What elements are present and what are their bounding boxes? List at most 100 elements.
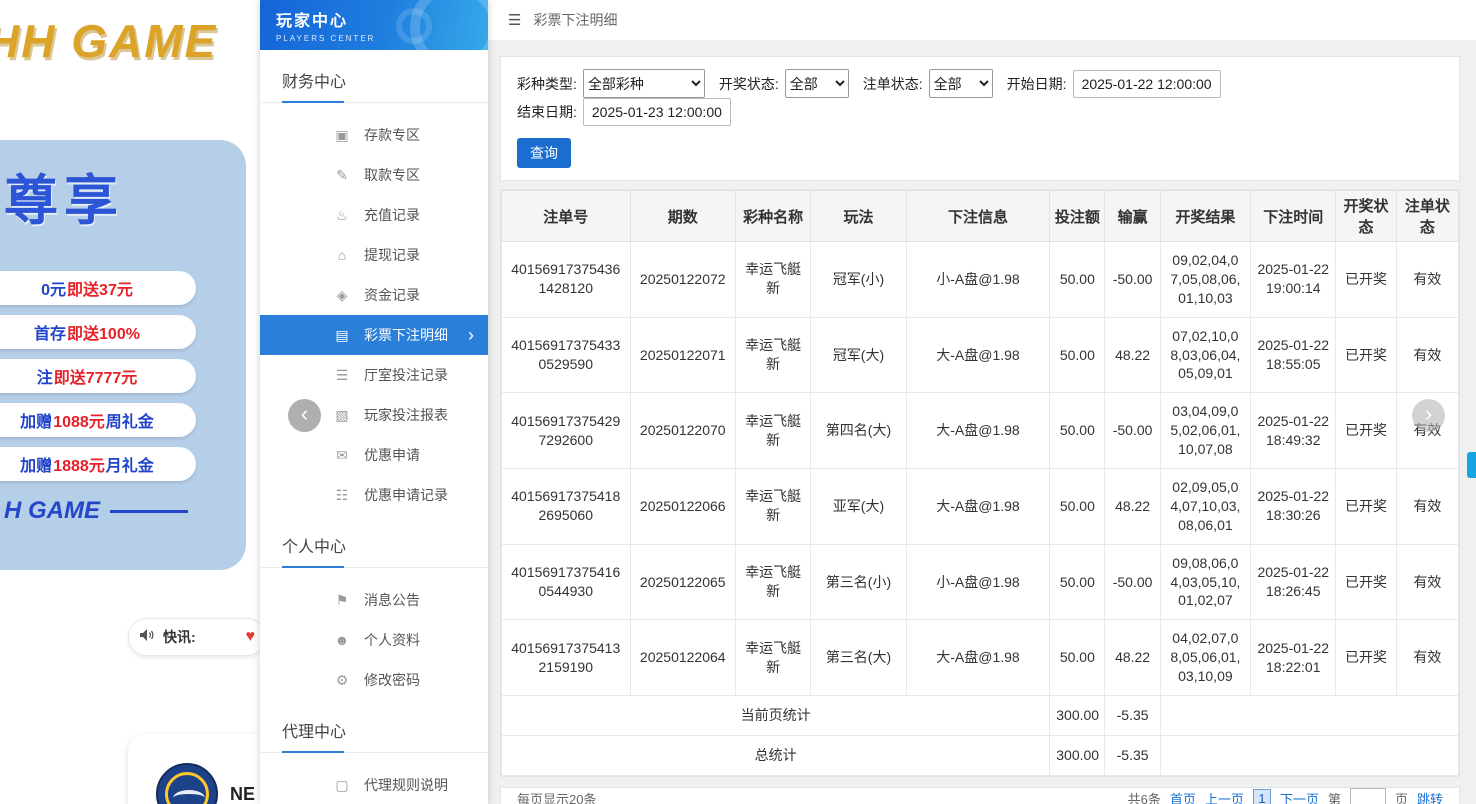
chevron-right-icon: › (468, 325, 474, 345)
jump-page-input[interactable] (1349, 787, 1386, 804)
cell-order-id: 401569173754160544930 (501, 543, 631, 621)
sidebar-nav: 财务中心 ▣ 存款专区 ✎ 取款专区 ♨ 充值记录 ⌂ 提现记录 ◈ 资金记录 ▤ 彩票下注明细 › ☰ 厅室… (260, 60, 488, 804)
column-header-bet-info: 下注信息 (905, 190, 1051, 242)
sidebar-item-label: 个人资料 (364, 632, 420, 648)
cell-bet-amount: 50.00 (1049, 241, 1106, 318)
cell-bet-amount: 50.00 (1049, 468, 1106, 545)
cell-play-type: 第三名(大) (810, 619, 907, 697)
cell-bet-amount: 50.00 (1049, 543, 1106, 621)
bet-table-panel: 注单号 期数 彩种名称 玩法 下注信息 投注额 输赢 开奖结果 下注时间 开奖状态 注单状态 401… (500, 189, 1460, 777)
side-float-tab[interactable] (1467, 452, 1476, 478)
lottery-type-label: 彩种类型: (517, 75, 577, 92)
page-summary-empty (1159, 695, 1460, 736)
cell-bet-info: 大-A盘@1.98 (905, 468, 1051, 545)
end-date-input[interactable] (582, 98, 731, 126)
cell-play-type: 冠军(大) (810, 316, 907, 394)
search-button[interactable]: 查询 (517, 138, 571, 168)
table-row: 401569173754330529590 20250122071 幸运飞艇新 冠军(… (501, 316, 1460, 394)
promo-pill-text: 即送7777元 (53, 370, 138, 387)
sidebar-item-withdraw[interactable]: ✎ 取款专区 (260, 155, 488, 195)
sidebar-subtitle: PLAYERS CENTER (276, 34, 376, 43)
cell-order-id: 401569173754297292600 (501, 392, 631, 470)
table-header-row: 注单号 期数 彩种名称 玩法 下注信息 投注额 输赢 开奖结果 下注时间 开奖状态 注单状态 (501, 190, 1460, 242)
menu-toggle-icon[interactable]: ☰ (508, 11, 521, 29)
table-row: 401569173754160544930 20250122065 幸运飞艇新 第三名… (501, 543, 1460, 621)
sidebar-item-announcements[interactable]: ⚑ 消息公告 (260, 580, 488, 620)
sidebar-item-label: 优惠申请 (364, 447, 420, 463)
promo-pill: 首存 即送100% (0, 315, 196, 349)
sidebar-item-label: 资金记录 (364, 287, 420, 303)
table-row: 401569173754132159190 20250122064 幸运飞艇新 第三名… (501, 619, 1460, 697)
table-row: 401569173754182695060 20250122066 幸运飞艇新 亚军(… (501, 468, 1460, 545)
bet-status-label: 注单状态: (862, 75, 923, 92)
recharge-records-icon: ♨ (335, 206, 349, 223)
bet-table: 注单号 期数 彩种名称 玩法 下注信息 投注额 输赢 开奖结果 下注时间 开奖状态 注单状态 401… (500, 190, 1460, 776)
column-header-order-id: 注单号 (501, 190, 631, 242)
total-summary-label: 总统计 (500, 734, 1051, 776)
promo-pill-text: 加赠 (20, 458, 53, 475)
column-header-period: 期数 (629, 190, 736, 242)
sidebar-item-change-password[interactable]: ⚙ 修改密码 (260, 660, 488, 700)
cell-lottery-name: 幸运飞艇新 (734, 543, 812, 621)
column-header-draw-result: 开奖结果 (1159, 190, 1252, 242)
sidebar-item-label: 厅室投注记录 (364, 367, 448, 383)
cell-draw-result: 07,02,10,08,03,06,04,05,09,01 (1159, 316, 1252, 394)
news-ticker[interactable]: 快讯: ♥ (128, 618, 260, 656)
promo-pill: 加赠 1888元 月礼金 (0, 447, 196, 481)
cell-bet-info: 大-A盘@1.98 (905, 392, 1051, 470)
column-header-lottery-name: 彩种名称 (734, 190, 812, 242)
funds-records-icon: ◈ (336, 286, 348, 303)
pagination-bar: 每页显示20条 共6条 首页 上一页 1 下一页 第 页 跳转 (500, 786, 1460, 804)
sidebar-item-promo-records[interactable]: ☷ 优惠申请记录 (260, 475, 488, 515)
page-root: HH GAME 尊享 0元 即送37元 首存 即送100% 注 即送7777元 加赠 1… (0, 0, 1476, 804)
prev-page-link[interactable]: 上一页 (1205, 789, 1244, 804)
cell-bet-info: 小-A盘@1.98 (905, 241, 1051, 318)
sidebar-item-lottery-bets[interactable]: ▤ 彩票下注明细 › (260, 315, 488, 355)
jump-label-prefix: 第 (1327, 792, 1341, 804)
sidebar-item-funds-records[interactable]: ◈ 资金记录 (260, 275, 488, 315)
total-summary-winloss: -5.35 (1104, 734, 1161, 776)
first-page-link[interactable]: 首页 (1170, 789, 1196, 804)
sidebar-item-agent-rules[interactable]: ▢ 代理规则说明 (260, 765, 488, 804)
filter-panel: 彩种类型: 全部彩种 开奖状态: 全部 注单状态: 全部 开始日期: 2025-… (500, 56, 1460, 181)
cell-play-type: 亚军(大) (810, 468, 907, 545)
sidebar-item-hall-bets[interactable]: ☰ 厅室投注记录 (260, 355, 488, 395)
cell-bet-amount: 50.00 (1049, 619, 1106, 697)
sidebar-item-label: 彩票下注明细 (364, 327, 448, 343)
promo-pill: 0元 即送37元 (0, 271, 196, 305)
jump-button[interactable]: 跳转 (1417, 789, 1443, 804)
column-header-order-status: 注单状态 (1395, 190, 1460, 242)
promo-pill-text: 1888元 (53, 458, 105, 475)
cell-order-status: 有效 (1395, 543, 1460, 621)
lottery-type-select[interactable]: 全部彩种 (582, 69, 705, 98)
profile-icon: ☻ (334, 632, 350, 648)
cell-order-status: 有效 (1395, 241, 1460, 318)
promo-banner-title: 尊享 (4, 171, 124, 231)
start-date-input[interactable] (1072, 69, 1221, 98)
cell-draw-status: 已开奖 (1335, 392, 1397, 470)
sidebar-item-promo-apply[interactable]: ✉ 优惠申请 (260, 435, 488, 475)
cell-win-loss: 48.22 (1104, 316, 1161, 394)
carousel-next-button[interactable]: › (1412, 399, 1445, 432)
promo-banner: 尊享 0元 即送37元 首存 即送100% 注 即送7777元 加赠 1088元 周礼金加… (0, 140, 246, 570)
sidebar-item-withdrawal-records[interactable]: ⌂ 提现记录 (260, 235, 488, 275)
cell-win-loss: 48.22 (1104, 468, 1161, 545)
draw-status-select[interactable]: 全部 (784, 69, 849, 98)
cell-draw-result: 09,08,06,04,03,05,10,01,02,07 (1159, 543, 1252, 621)
cell-lottery-name: 幸运飞艇新 (734, 392, 812, 470)
sidebar-item-recharge-records[interactable]: ♨ 充值记录 (260, 195, 488, 235)
heart-icon: ♥ (245, 628, 256, 645)
cell-bet-time: 2025-01-22 19:00:14 (1250, 241, 1337, 318)
sidebar-item-deposit[interactable]: ▣ 存款专区 (260, 115, 488, 155)
carousel-prev-button[interactable]: ‹ (288, 399, 321, 432)
sidebar-item-profile[interactable]: ☻ 个人资料 (260, 620, 488, 660)
next-page-link[interactable]: 下一页 (1280, 789, 1319, 804)
pagination-controls: 共6条 首页 上一页 1 下一页 第 页 跳转 (1128, 787, 1443, 804)
cell-period: 20250122071 (629, 316, 736, 394)
announcements-icon: ⚑ (335, 591, 349, 608)
current-page-badge[interactable]: 1 (1252, 788, 1271, 804)
section-title: 代理中心 (260, 710, 488, 753)
cell-bet-time: 2025-01-22 18:55:05 (1250, 316, 1337, 394)
promo-records-icon: ☷ (335, 486, 349, 503)
bet-status-select[interactable]: 全部 (928, 69, 993, 98)
